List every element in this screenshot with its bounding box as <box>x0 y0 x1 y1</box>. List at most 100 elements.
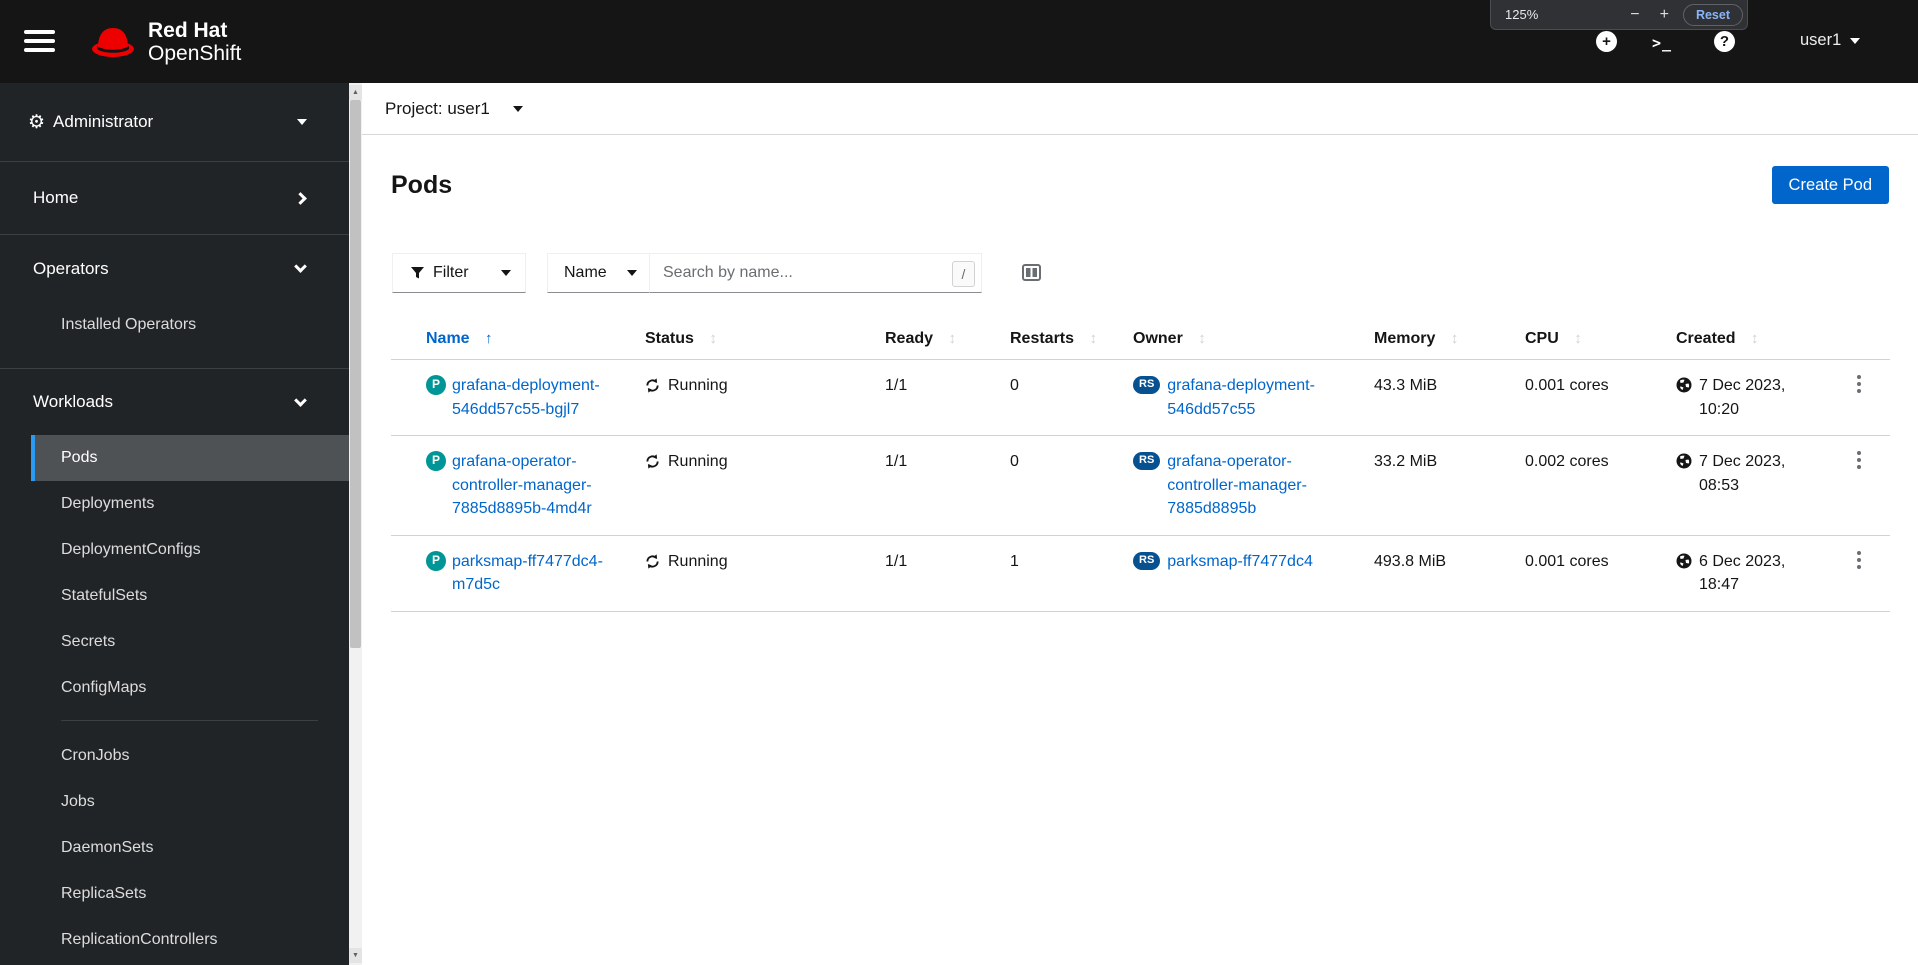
brand-logo: Red Hat OpenShift <box>90 19 241 65</box>
sort-ascending-icon[interactable]: ↑ <box>485 330 493 347</box>
manage-columns-button[interactable] <box>1022 264 1041 284</box>
owner-link[interactable]: parksmap-ff7477dc4 <box>1167 550 1313 574</box>
sort-icon[interactable]: ↕ <box>1451 330 1459 347</box>
quick-create-plus-circle-icon[interactable]: + <box>1596 31 1617 52</box>
sidebar-item-pods[interactable]: Pods <box>31 435 349 481</box>
created-cell: 6 Dec 2023, 18:47 <box>1664 535 1838 612</box>
zoom-out-button[interactable]: − <box>1630 6 1639 24</box>
memory-cell: 43.3 MiB <box>1362 359 1513 436</box>
question-glyph: ? <box>1719 33 1730 50</box>
filter-dropdown[interactable]: Filter <box>392 253 526 293</box>
actions-cell <box>1838 435 1890 536</box>
sidebar-item-installed-operators[interactable]: Installed Operators <box>0 302 349 348</box>
created-text: 7 Dec 2023, 10:20 <box>1699 377 1786 418</box>
chevron-down-icon <box>501 270 511 276</box>
sort-icon[interactable]: ↕ <box>709 330 717 347</box>
username: user1 <box>1800 31 1842 49</box>
pod-link[interactable]: grafana-operator- controller-manager- 78… <box>452 450 592 521</box>
sort-icon[interactable]: ↕ <box>948 330 956 347</box>
replicaset-badge: RS <box>1133 551 1161 570</box>
owner-cell: RS parksmap-ff7477dc4 <box>1121 535 1362 612</box>
sidebar-item-label: ReplicationControllers <box>61 931 218 948</box>
pod-link[interactable]: parksmap-ff7477dc4- m7d5c <box>452 550 603 597</box>
column-header-actions <box>1838 319 1890 360</box>
kebab-menu-icon[interactable] <box>1850 448 1868 472</box>
brand-line1: Red Hat <box>148 19 228 42</box>
scrollbar-down-arrow[interactable]: ▼ <box>349 948 362 963</box>
sidebar-item-configmaps[interactable]: ConfigMaps <box>0 665 349 711</box>
sidebar-scrollbar[interactable]: ▲ ▼ <box>349 83 362 965</box>
column-header-memory[interactable]: Memory ↕ <box>1362 319 1513 360</box>
project-selector[interactable]: Project: user1 <box>385 99 523 119</box>
column-header-cpu[interactable]: CPU ↕ <box>1513 319 1664 360</box>
sidebar-item-label: CronJobs <box>61 747 130 764</box>
column-header-status[interactable]: Status ↕ <box>633 319 873 360</box>
pod-badge: P <box>426 451 446 471</box>
terminal-glyph: >_ <box>1652 34 1673 52</box>
masthead: Red Hat OpenShift 125% − + Reset + >_ ? … <box>0 0 1918 83</box>
sidebar-item-statefulsets[interactable]: StatefulSets <box>0 573 349 619</box>
search-attribute-dropdown[interactable]: Name <box>547 253 650 293</box>
sidebar-item-label: Workloads <box>33 392 113 411</box>
table-header-row: Name ↑ Status ↕ Ready ↕ Restarts ↕ Owner… <box>391 319 1890 360</box>
zoom-in-button[interactable]: + <box>1660 6 1669 24</box>
status-cell: Running <box>633 359 873 436</box>
sidebar-item-deployments[interactable]: Deployments <box>0 481 349 527</box>
pod-badge: P <box>426 550 446 571</box>
red-hat-fedora-icon <box>92 28 134 57</box>
status-text: Running <box>668 453 728 470</box>
column-label: Created <box>1676 330 1736 347</box>
sidebar-item-deploymentconfigs[interactable]: DeploymentConfigs <box>0 527 349 573</box>
sort-icon[interactable]: ↕ <box>1089 330 1097 347</box>
search-input[interactable] <box>650 254 981 292</box>
column-label: Name <box>426 330 470 347</box>
sidebar-item-jobs[interactable]: Jobs <box>0 779 349 825</box>
chevron-down-icon <box>1850 37 1861 44</box>
owner-link[interactable]: grafana-operator- controller-manager- 78… <box>1167 450 1307 521</box>
web-terminal-icon[interactable]: >_ <box>1652 34 1672 52</box>
chevron-down-icon <box>294 393 307 407</box>
table-row: P grafana-deployment- 546dd57c55-bgjl7 R… <box>391 359 1890 436</box>
pod-link[interactable]: grafana-deployment- 546dd57c55-bgjl7 <box>452 374 600 421</box>
brand-line2: OpenShift <box>148 42 242 65</box>
help-question-circle-icon[interactable]: ? <box>1714 31 1735 52</box>
table-row: P grafana-operator- controller-manager- … <box>391 435 1890 536</box>
sidebar-nav: ⚙ Administrator Home Operators Installed… <box>0 83 349 965</box>
owner-link[interactable]: grafana-deployment- 546dd57c55 <box>1167 374 1315 421</box>
zoom-level: 125% <box>1505 7 1539 22</box>
sidebar-item-daemonsets[interactable]: DaemonSets <box>0 825 349 871</box>
nav-toggle-hamburger-icon[interactable] <box>24 30 55 52</box>
sidebar-item-label: Home <box>33 188 79 207</box>
kebab-menu-icon[interactable] <box>1850 372 1868 396</box>
kebab-menu-icon[interactable] <box>1850 548 1868 572</box>
sort-icon[interactable]: ↕ <box>1574 330 1582 347</box>
sidebar-item-secrets[interactable]: Secrets <box>0 619 349 665</box>
sidebar-item-replicationcontrollers[interactable]: ReplicationControllers <box>0 917 349 963</box>
chevron-down-icon <box>294 260 307 273</box>
pod-badge: P <box>426 375 446 395</box>
scrollbar-up-arrow[interactable]: ▲ <box>349 85 362 100</box>
ready-cell: 1/1 <box>873 359 998 436</box>
sidebar-item-home[interactable]: Home <box>0 162 349 234</box>
column-header-ready[interactable]: Ready ↕ <box>873 319 998 360</box>
column-header-owner[interactable]: Owner ↕ <box>1121 319 1362 360</box>
column-header-name[interactable]: Name ↑ <box>391 319 633 360</box>
sort-icon[interactable]: ↕ <box>1751 330 1759 347</box>
sidebar-item-cronjobs[interactable]: CronJobs <box>0 733 349 779</box>
sidebar-item-workloads[interactable]: Workloads <box>0 369 349 435</box>
scrollbar-thumb[interactable] <box>350 100 361 648</box>
user-menu[interactable]: user1 <box>1800 31 1861 50</box>
sidebar-item-label: DaemonSets <box>61 839 154 856</box>
perspective-switcher[interactable]: ⚙ Administrator <box>0 83 349 161</box>
restarts-cell: 1 <box>998 535 1121 612</box>
created-text: 6 Dec 2023, 18:47 <box>1699 552 1786 594</box>
create-pod-button[interactable]: Create Pod <box>1771 166 1889 204</box>
sidebar-item-replicasets[interactable]: ReplicaSets <box>0 871 349 917</box>
sidebar-item-operators[interactable]: Operators <box>0 235 349 302</box>
column-header-restarts[interactable]: Restarts ↕ <box>998 319 1121 360</box>
status-cell: Running <box>633 435 873 536</box>
sort-icon[interactable]: ↕ <box>1198 330 1206 347</box>
zoom-reset-button[interactable]: Reset <box>1682 3 1743 26</box>
column-header-created[interactable]: Created ↕ <box>1664 319 1838 360</box>
columns-icon <box>1022 264 1041 281</box>
